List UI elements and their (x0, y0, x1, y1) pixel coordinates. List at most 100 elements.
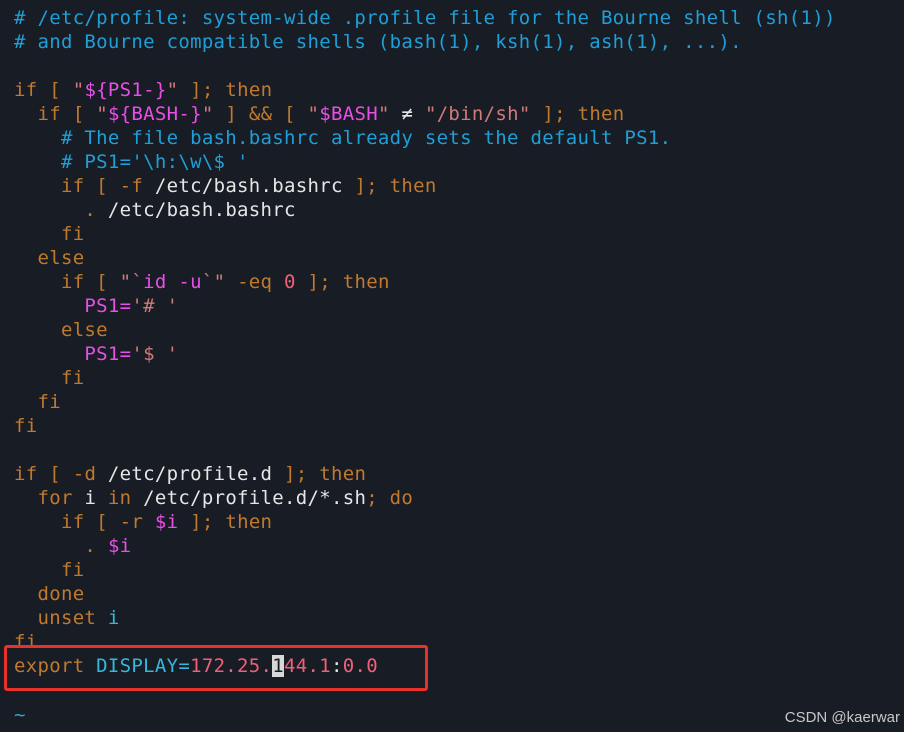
code-token: -d (72, 463, 97, 485)
code-line: # and Bourne compatible shells (bash(1),… (14, 30, 742, 54)
code-token: then (577, 103, 625, 125)
code-token: -eq (225, 271, 285, 293)
highlight-annotation-box (4, 645, 428, 691)
code-token: then (319, 463, 367, 485)
code-token: then (389, 175, 437, 197)
code-token: if (14, 103, 61, 125)
code-token: " (166, 79, 179, 101)
vim-editor[interactable]: # /etc/profile: system-wide .profile fil… (0, 0, 904, 732)
code-token: ]; (178, 79, 226, 101)
code-token: i (96, 607, 120, 629)
code-token: else (14, 319, 108, 341)
code-token: $BASH (319, 103, 378, 125)
code-token: # and Bourne compatible shells (bash(1),… (14, 31, 742, 53)
code-token: PS1= (14, 343, 132, 365)
code-line: for i in /etc/profile.d/*.sh; do (14, 486, 413, 510)
code-token: PS1= (14, 295, 132, 317)
code-token: if (14, 463, 38, 485)
code-token: fi (14, 415, 38, 437)
code-token: ${BASH-} (107, 103, 202, 125)
code-token: if (14, 271, 85, 293)
code-line: fi (14, 414, 37, 438)
code-token: /etc/profile.d/*.sh (131, 487, 367, 509)
code-line: . $i (14, 534, 131, 558)
code-line: done (14, 582, 84, 606)
code-token: i (72, 487, 108, 509)
code-token: unset (14, 607, 97, 629)
code-line: # The file bash.bashrc already sets the … (14, 126, 671, 150)
code-line: if [ "${PS1-}" ]; then (14, 78, 272, 102)
code-token: ]; (178, 511, 226, 533)
code-line: if [ "`id -u`" -eq 0 ]; then (14, 270, 390, 294)
code-line: if [ "${BASH-}" ] && [ "$BASH" ≠ "/bin/s… (14, 102, 625, 126)
code-token: " (377, 103, 390, 125)
code-token: " (307, 103, 320, 125)
code-token: [ (84, 175, 120, 197)
code-token: [ (37, 79, 73, 101)
code-line: # PS1='\h:\w\$ ' (14, 150, 249, 174)
code-token: '# ' (131, 295, 179, 317)
code-token: for (14, 487, 73, 509)
code-token: "/bin/sh" (424, 103, 531, 125)
code-token: ]; (295, 271, 343, 293)
code-token: $i (107, 535, 132, 557)
code-token: 0 (284, 271, 296, 293)
code-token: ] (213, 103, 249, 125)
code-line: PS1='# ' (14, 294, 178, 318)
code-token: ]; (272, 463, 320, 485)
code-token: fi (14, 367, 85, 389)
code-token: ~ (14, 704, 26, 726)
code-line: . /etc/bash.bashrc (14, 198, 296, 222)
code-token: # /etc/profile: system-wide .profile fil… (14, 7, 836, 29)
code-token: [ (60, 103, 97, 125)
code-token: /etc/profile.d (96, 463, 273, 485)
code-token: fi (14, 559, 85, 581)
code-token: then (342, 271, 390, 293)
code-token: if (14, 511, 85, 533)
code-token: fi (14, 391, 61, 413)
code-line: fi (14, 222, 84, 246)
code-token: [ (84, 271, 120, 293)
code-token: $i (154, 511, 179, 533)
code-line: if [ -d /etc/profile.d ]; then (14, 462, 366, 486)
code-token: in (107, 487, 132, 509)
code-token: do (389, 487, 414, 509)
code-line: ~ (14, 703, 26, 727)
code-token: # The file bash.bashrc already sets the … (14, 127, 672, 149)
code-line: fi (14, 558, 84, 582)
code-line: PS1='$ ' (14, 342, 178, 366)
code-token: [ (84, 511, 120, 533)
code-token: '$ ' (131, 343, 179, 365)
code-token: . (14, 199, 97, 221)
code-token: `" (201, 271, 226, 293)
code-line: fi (14, 366, 84, 390)
code-token: then (225, 79, 273, 101)
code-token: ≠ (389, 103, 425, 125)
code-line: if [ -f /etc/bash.bashrc ]; then (14, 174, 437, 198)
code-token: "` (119, 271, 144, 293)
code-token: # PS1='\h:\w\$ ' (14, 151, 249, 173)
code-token: fi (14, 223, 85, 245)
code-token: " (72, 79, 85, 101)
code-token: /etc/bash.bashrc (143, 175, 343, 197)
code-line: fi (14, 390, 61, 414)
csdn-watermark: CSDN @kaerwar (784, 709, 900, 726)
code-token: then (225, 511, 273, 533)
code-token: [ (272, 103, 308, 125)
code-token: ]; (342, 175, 390, 197)
code-token: [ (37, 463, 73, 485)
code-token: . (14, 535, 97, 557)
code-token: " (201, 103, 214, 125)
code-line: else (14, 318, 108, 342)
code-token: done (14, 583, 85, 605)
code-token: if (14, 175, 85, 197)
code-token: ; (366, 487, 390, 509)
code-token: ${PS1-} (84, 79, 167, 101)
code-line: if [ -r $i ]; then (14, 510, 272, 534)
code-token: ]; (530, 103, 578, 125)
code-line: # /etc/profile: system-wide .profile fil… (14, 6, 836, 30)
code-line: else (14, 246, 84, 270)
code-token: if (14, 79, 38, 101)
